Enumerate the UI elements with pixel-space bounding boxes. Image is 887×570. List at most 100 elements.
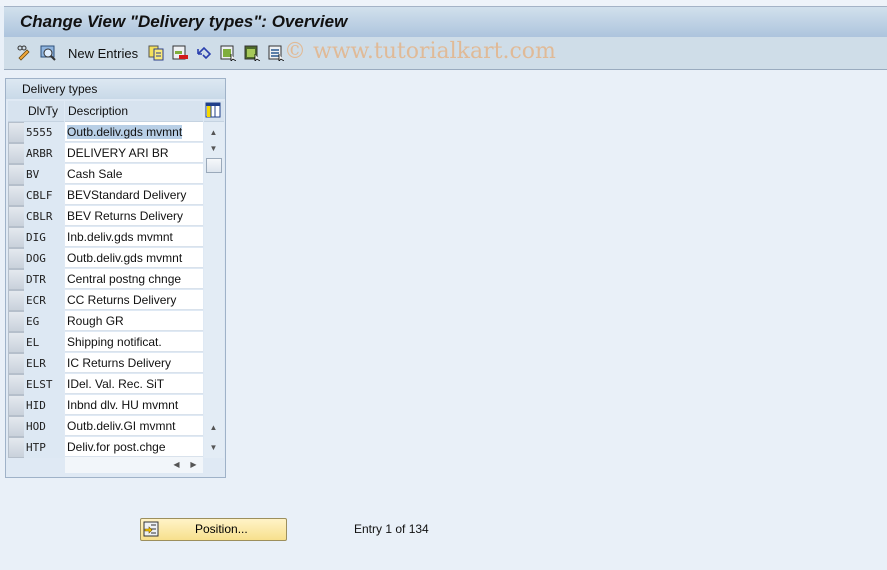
description-text: Rough GR [67,314,124,328]
cell-dlvty[interactable]: EL [24,332,64,353]
position-button[interactable]: Position... [140,518,287,541]
position-button-label: Position... [195,522,248,536]
cell-dlvty[interactable]: ECR [24,290,64,311]
description-text: DELIVERY ARI BR [67,146,169,160]
description-text: BEVStandard Delivery [67,188,187,202]
undo-arrow-icon [196,45,212,61]
cell-dlvty[interactable]: DOG [24,248,64,269]
cell-description[interactable]: Inb.deliv.gds mvmnt [65,227,203,247]
copy-as-button[interactable] [148,44,164,62]
vertical-scrollbar[interactable]: ▲ ▼ ▲ ▼ [204,122,224,458]
cell-description[interactable]: Outb.deliv.GI mvmnt [65,416,203,436]
column-header-dlvty[interactable]: DlvTy [24,101,64,122]
table-row[interactable]: BV Cash Sale [6,164,225,185]
cell-description[interactable]: Shipping notificat. [65,332,203,352]
new-entries-button[interactable]: New Entries [68,44,138,62]
cell-description[interactable]: Cash Sale [65,164,203,184]
description-text: BEV Returns Delivery [67,209,184,223]
copy-icon [148,45,164,61]
scroll-thumb[interactable] [206,158,222,173]
cell-description[interactable]: CC Returns Delivery [65,290,203,310]
application-toolbar: New Entries © www.tutorialkart.com [4,37,887,70]
delete-row-icon [172,45,188,61]
table-row[interactable]: HID Inbnd dlv. HU mvmnt [6,395,225,416]
table-row[interactable]: 5555 Outb.deliv.gds mvmnt [6,122,225,143]
scroll-up-button[interactable]: ▲ [206,125,221,140]
description-text: Shipping notificat. [67,335,162,349]
cell-description[interactable]: Deliv.for post.chge [65,437,203,457]
cell-dlvty[interactable]: ELST [24,374,64,395]
cell-dlvty[interactable]: ARBR [24,143,64,164]
table-row[interactable]: ELR IC Returns Delivery [6,353,225,374]
cell-description[interactable]: Outb.deliv.gds mvmnt [65,248,203,268]
table-row[interactable]: EG Rough GR [6,311,225,332]
cell-description[interactable]: Inbnd dlv. HU mvmnt [65,395,203,415]
select-block-icon [244,45,261,62]
description-text: Outb.deliv.GI mvmnt [67,419,176,433]
cell-description[interactable]: DELIVERY ARI BR [65,143,203,163]
cell-description[interactable]: BEV Returns Delivery [65,206,203,226]
position-icon [143,521,159,537]
cell-description[interactable]: IDel. Val. Rec. SiT [65,374,203,394]
select-block-button[interactable] [244,44,261,62]
find-button[interactable] [40,44,56,62]
select-all-icon [220,45,237,62]
new-entries-label: New Entries [68,45,139,61]
display-change-button[interactable] [16,44,32,62]
pencil-glasses-icon [16,45,32,61]
scroll-left-button[interactable]: ◀ [169,457,184,472]
cell-dlvty[interactable]: 5555 [24,122,64,143]
column-config-icon [205,102,221,118]
deselect-all-button[interactable] [268,44,285,62]
description-text: Deliv.for post.chge [67,440,166,454]
table-row[interactable]: DIG Inb.deliv.gds mvmnt [6,227,225,248]
cell-dlvty[interactable]: HOD [24,416,64,437]
select-all-column-header[interactable] [8,101,24,122]
cell-description[interactable]: IC Returns Delivery [65,353,203,373]
scroll-down-button[interactable]: ▼ [206,141,221,156]
table-row[interactable]: DTR Central postng chnge [6,269,225,290]
table-row[interactable]: ARBR DELIVERY ARI BR [6,143,225,164]
cell-description[interactable]: Rough GR [65,311,203,331]
table-row[interactable]: CBLF BEVStandard Delivery [6,185,225,206]
description-text: CC Returns Delivery [67,293,177,307]
table-settings-button[interactable] [204,101,224,122]
cell-dlvty[interactable]: HID [24,395,64,416]
table-row[interactable]: HOD Outb.deliv.GI mvmnt [6,416,225,437]
table-row[interactable]: ELST IDel. Val. Rec. SiT [6,374,225,395]
column-header-description[interactable]: Description [65,101,203,122]
table-title: Delivery types [6,79,225,99]
table-row[interactable]: DOG Outb.deliv.gds mvmnt [6,248,225,269]
description-text: Cash Sale [67,167,123,181]
table-row[interactable]: CBLR BEV Returns Delivery [6,206,225,227]
find-icon [40,45,56,61]
scroll-page-up-button[interactable]: ▲ [206,420,221,435]
cell-dlvty[interactable]: CBLF [24,185,64,206]
description-text: IC Returns Delivery [67,356,172,370]
table-row[interactable]: HTP Deliv.for post.chge [6,437,225,458]
table-row[interactable]: ECR CC Returns Delivery [6,290,225,311]
horizontal-scrollbar[interactable]: ◀ ▶ [65,457,203,473]
cell-dlvty[interactable]: HTP [24,437,64,458]
cell-dlvty[interactable]: CBLR [24,206,64,227]
select-all-button[interactable] [220,44,237,62]
cell-description[interactable]: BEVStandard Delivery [65,185,203,205]
cell-dlvty[interactable]: ELR [24,353,64,374]
title-bar: Change View "Delivery types": Overview [4,6,887,38]
delete-button[interactable] [172,44,188,62]
table-row[interactable]: EL Shipping notificat. [6,332,225,353]
cell-dlvty[interactable]: DTR [24,269,64,290]
description-text: Outb.deliv.gds mvmnt [67,125,183,139]
cell-description[interactable]: Outb.deliv.gds mvmnt [65,122,203,142]
cell-dlvty[interactable]: EG [24,311,64,332]
cell-dlvty[interactable]: DIG [24,227,64,248]
scroll-right-button[interactable]: ▶ [186,457,201,472]
entry-counter: Entry 1 of 134 [354,522,429,536]
cell-dlvty[interactable]: BV [24,164,64,185]
cell-description[interactable]: Central postng chnge [65,269,203,289]
scroll-page-down-button[interactable]: ▼ [206,440,221,455]
description-text: Central postng chnge [67,272,182,286]
undo-change-button[interactable] [196,44,212,62]
description-text: Outb.deliv.gds mvmnt [67,251,183,265]
table-control: Delivery types DlvTy Description 5555 Out… [5,78,226,478]
